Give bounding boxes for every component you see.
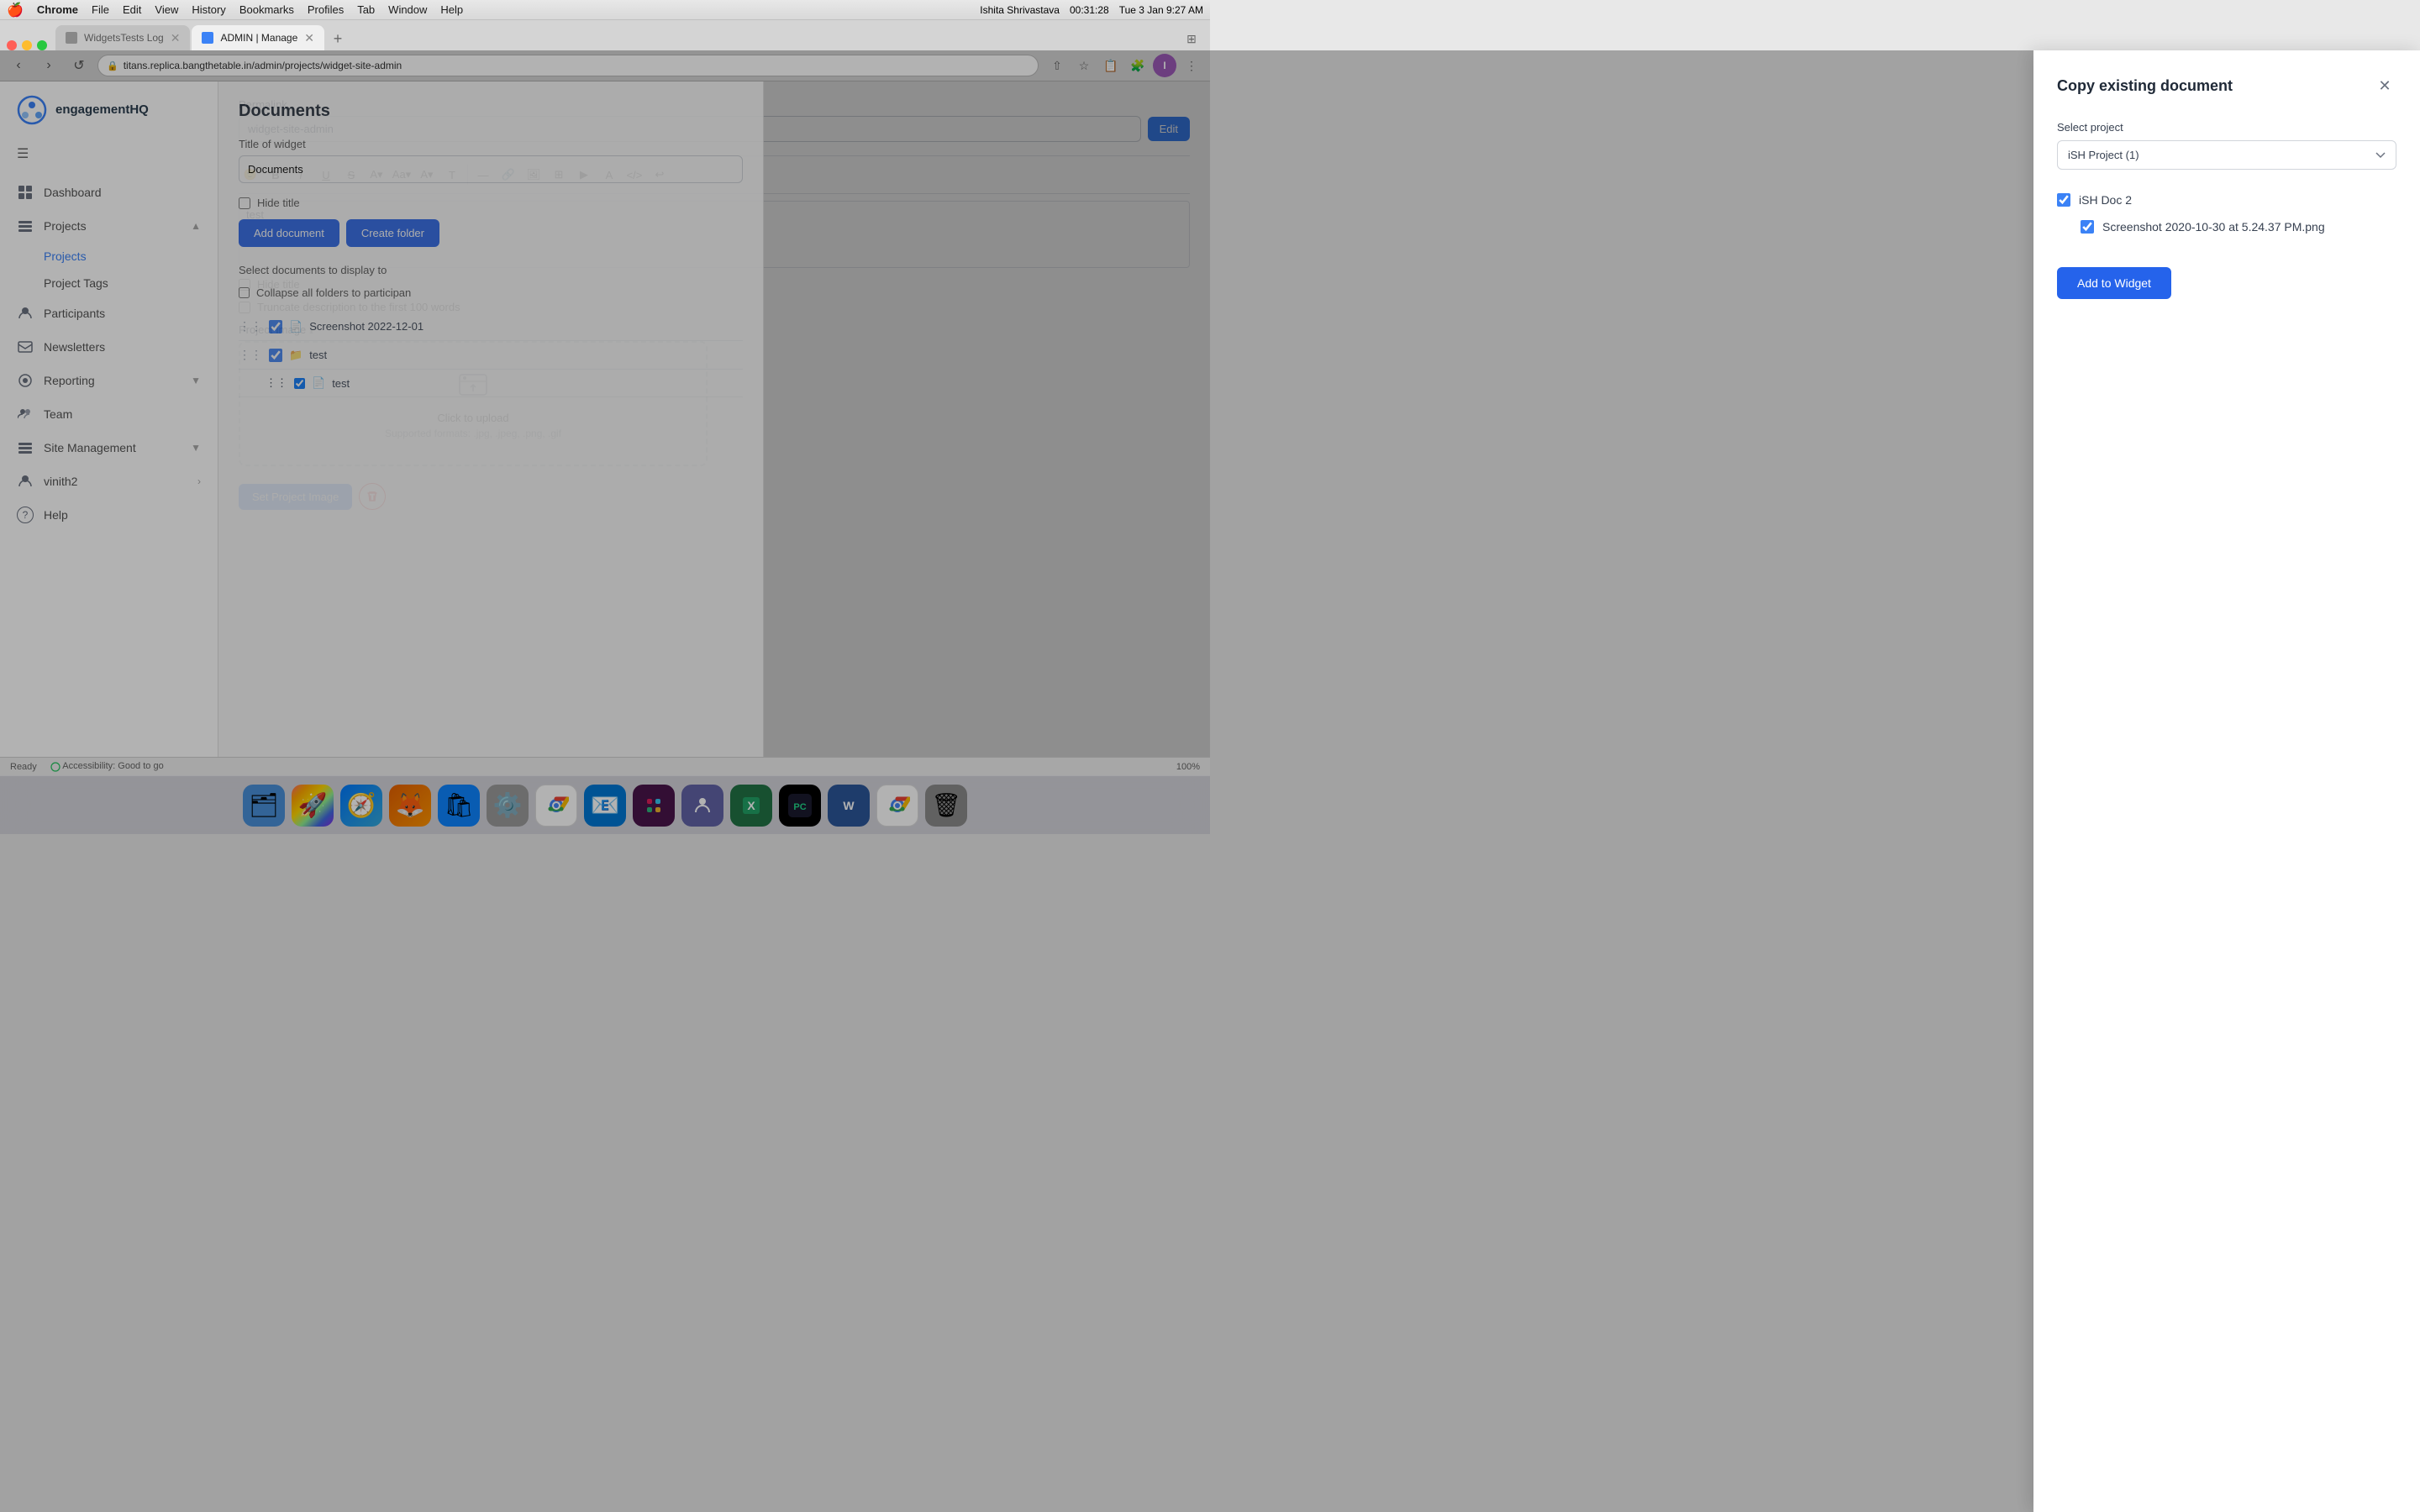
tab-icon-1 xyxy=(66,32,77,44)
new-tab-button[interactable]: + xyxy=(326,27,350,50)
window-maximize-btn[interactable] xyxy=(37,40,47,50)
menu-edit[interactable]: Edit xyxy=(123,3,141,16)
menu-tab[interactable]: Tab xyxy=(357,3,375,16)
menu-history[interactable]: History xyxy=(192,3,225,16)
menu-help[interactable]: Help xyxy=(440,3,463,16)
menubar-user: Ishita Shrivastava xyxy=(980,4,1060,16)
tab-widgetstests[interactable]: WidgetsTests Log ✕ xyxy=(55,25,190,50)
window-minimize-btn[interactable] xyxy=(22,40,32,50)
main-content-area: Permalink Edit 🙂 B I U S A▾ Aa▾ A▾ T — 🔗 xyxy=(218,81,1210,757)
menu-window[interactable]: Window xyxy=(388,3,427,16)
menubar-right: Ishita Shrivastava 00:31:28 Tue 3 Jan 9:… xyxy=(980,4,1203,16)
menu-view[interactable]: View xyxy=(155,3,178,16)
tab-icon-2 xyxy=(202,32,213,44)
extensions-btn[interactable]: ⊞ xyxy=(1180,27,1203,50)
apple-logo[interactable]: 🍎 xyxy=(7,2,24,18)
mac-menubar: 🍎 Chrome File Edit View History Bookmark… xyxy=(0,0,1210,20)
menubar-date: Tue 3 Jan 9:27 AM xyxy=(1119,4,1203,16)
menu-bookmarks[interactable]: Bookmarks xyxy=(239,3,294,16)
tab-admin[interactable]: ADMIN | Manage ✕ xyxy=(192,25,324,50)
window-close-btn[interactable] xyxy=(7,40,17,50)
tab-label-1: WidgetsTests Log xyxy=(84,32,164,44)
menu-chrome[interactable]: Chrome xyxy=(37,3,78,16)
tab-bar: WidgetsTests Log ✕ ADMIN | Manage ✕ + ⊞ xyxy=(0,20,1210,50)
menubar-time: 00:31:28 xyxy=(1070,4,1109,16)
menu-profiles[interactable]: Profiles xyxy=(308,3,344,16)
tab-close-1[interactable]: ✕ xyxy=(171,31,181,45)
app-layout: engagementHQ ☰ Dashboard Projects ▲ Proj… xyxy=(0,81,1210,757)
menu-file[interactable]: File xyxy=(92,3,109,16)
tab-label-2: ADMIN | Manage xyxy=(220,32,297,44)
modal-overlay: Copy existing document ✕ Select project … xyxy=(218,81,1210,757)
tab-close-2[interactable]: ✕ xyxy=(304,31,314,45)
